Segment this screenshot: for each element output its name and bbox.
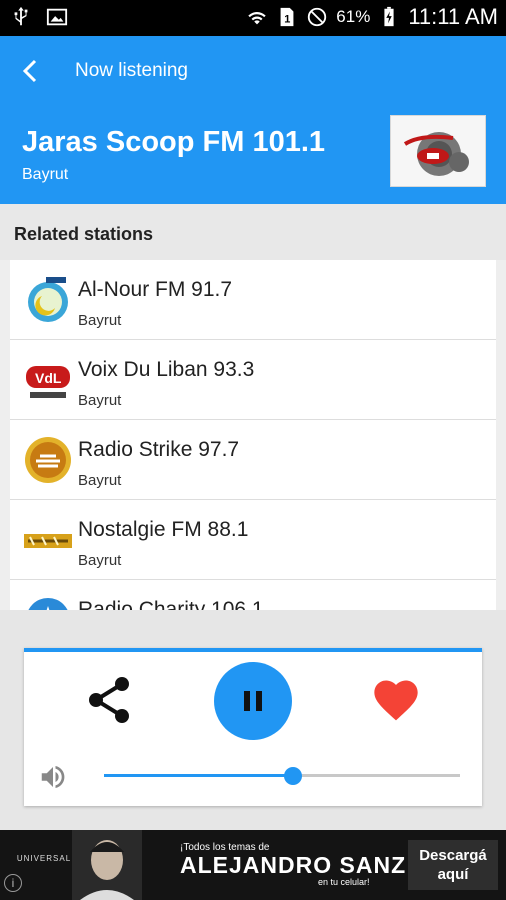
radio-charity-logo	[28, 598, 68, 610]
station-name: Al-Nour FM 91.7	[78, 278, 233, 301]
svg-text:1: 1	[285, 14, 291, 26]
voix-du-liban-logo: VdL	[26, 366, 70, 398]
volume-thumb[interactable]	[283, 767, 302, 785]
now-listening-header: Now listening Jaras Scoop FM 101.1 Bayru…	[0, 36, 506, 204]
svg-text:VdL: VdL	[35, 370, 62, 386]
pause-button[interactable]	[214, 662, 292, 740]
battery-percent: 61%	[336, 7, 371, 26]
clock: 11:11 AM	[408, 4, 498, 29]
nostalgie-logo	[24, 534, 72, 548]
usb-icon	[14, 6, 28, 26]
ad-brand: UNIVERSAL	[16, 854, 72, 863]
station-name: Voix Du Liban 93.3	[78, 358, 255, 381]
ad-artist-photo	[72, 830, 142, 900]
station-city: Bayrut	[78, 472, 122, 489]
station-title: Jaras Scoop FM 101.1	[22, 126, 326, 158]
pause-icon	[244, 691, 262, 711]
battery-icon	[384, 6, 394, 27]
ad-banner[interactable]: i UNIVERSAL ¡Todos los temas de ALEJANDR…	[0, 830, 506, 900]
wifi-icon	[248, 12, 266, 25]
station-city: Bayrut	[22, 166, 69, 183]
sim-icon: 1	[280, 7, 294, 27]
image-icon	[46, 8, 68, 26]
volume-fill	[104, 774, 293, 777]
station-logo	[390, 115, 486, 187]
related-stations-header: Related stations	[0, 204, 506, 260]
station-name: Nostalgie FM 88.1	[78, 518, 249, 541]
ad-download-button[interactable]: Descargá aquí	[408, 840, 498, 890]
back-arrow-icon[interactable]	[16, 56, 46, 86]
station-city: Bayrut	[78, 552, 122, 569]
volume-slider[interactable]	[104, 763, 460, 789]
related-stations-list: Al-Nour FM 91.7 Bayrut VdL Voix Du Liban…	[10, 260, 496, 610]
station-row-radio-charity[interactable]: Radio Charity 106.1	[10, 580, 496, 610]
radio-strike-logo	[25, 437, 71, 483]
station-city: Bayrut	[78, 312, 122, 329]
ad-subline: en tu celular!	[318, 877, 370, 887]
player-card	[24, 648, 482, 806]
station-row-radio-strike[interactable]: Radio Strike 97.7 Bayrut	[10, 420, 496, 500]
ad-artist: ALEJANDRO SANZ	[180, 852, 407, 878]
volume-icon[interactable]	[38, 762, 68, 792]
station-row-al-nour[interactable]: Al-Nour FM 91.7 Bayrut	[10, 260, 496, 340]
al-nour-logo	[28, 277, 68, 322]
nav-title: Now listening	[75, 60, 188, 81]
station-row-nostalgie[interactable]: Nostalgie FM 88.1 Bayrut	[10, 500, 496, 580]
station-name: Radio Charity 106.1	[78, 598, 264, 610]
do-not-disturb-icon	[308, 7, 327, 27]
station-row-voix-du-liban[interactable]: VdL Voix Du Liban 93.3 Bayrut	[10, 340, 496, 420]
stream-progress-bar	[24, 648, 482, 652]
share-icon[interactable]	[86, 674, 134, 726]
ad-info-icon[interactable]: i	[4, 874, 22, 892]
station-city: Bayrut	[78, 392, 122, 409]
player-panel	[0, 610, 506, 830]
station-name: Radio Strike 97.7	[78, 438, 240, 461]
favorite-heart-icon[interactable]	[370, 674, 422, 726]
related-stations-title: Related stations	[14, 224, 154, 244]
status-bar: 1 61% 11:11 AM	[0, 0, 506, 36]
